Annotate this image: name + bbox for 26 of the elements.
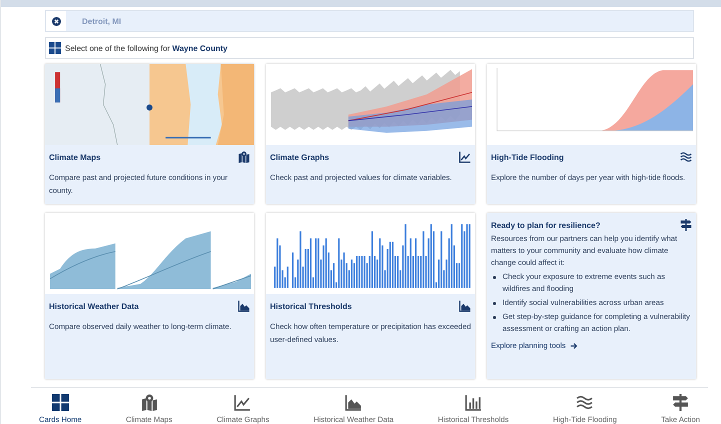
waves-icon (680, 151, 692, 163)
area-chart-icon (459, 300, 471, 312)
map-pin-icon (238, 151, 250, 163)
card-title: High-Tide Flooding (491, 152, 564, 162)
waves-icon (576, 394, 594, 411)
area-chart-icon (345, 394, 362, 411)
clear-icon[interactable] (46, 11, 66, 31)
bullet-icon (493, 302, 496, 304)
card-title: Climate Graphs (270, 152, 330, 162)
area-chart-icon (238, 300, 250, 312)
card-title: Climate Maps (49, 152, 101, 162)
plan-title: Ready to plan for resilience? (491, 220, 600, 230)
bullet-icon (493, 276, 496, 278)
bar-chart-icon (464, 394, 482, 411)
card-title: Historical Thresholds (270, 302, 352, 310)
signpost-icon (672, 394, 690, 411)
grid-icon (49, 42, 61, 54)
card-title: Historical Weather Data (49, 302, 139, 310)
arrow-right-icon (570, 342, 578, 350)
line-chart-icon (234, 394, 252, 411)
grid-icon (52, 394, 69, 411)
map-pin-icon (140, 394, 158, 411)
line-chart-icon (459, 151, 471, 163)
bullet-icon (493, 316, 496, 318)
prompt-text: Select one of the following for Wayne County (65, 44, 228, 52)
signpost-icon (680, 219, 692, 231)
